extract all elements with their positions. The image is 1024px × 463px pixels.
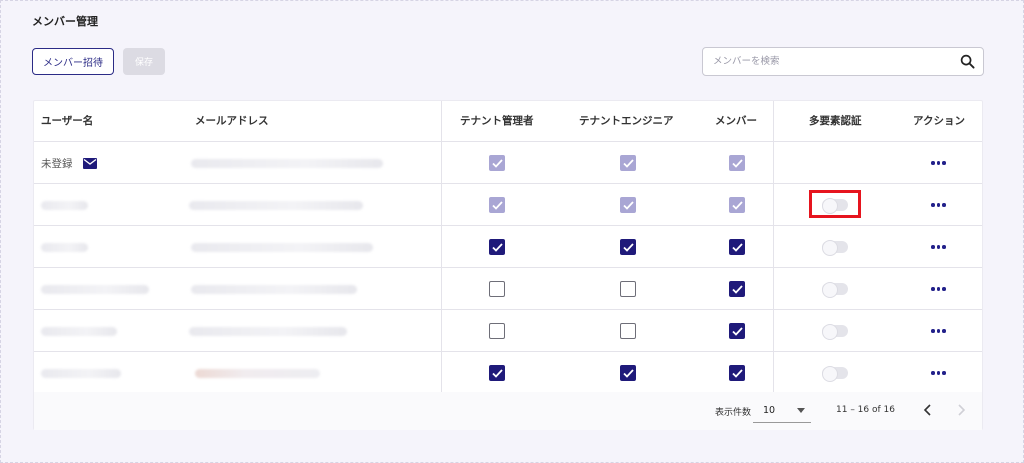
header-tenant-engineer: テナントエンジニア xyxy=(579,115,674,127)
email-cell xyxy=(191,268,357,310)
more-actions-icon[interactable] xyxy=(931,329,946,333)
tenant-admin-checkbox[interactable] xyxy=(489,197,505,213)
prev-page-icon[interactable] xyxy=(923,402,933,421)
email-cell xyxy=(189,184,363,226)
email-cell xyxy=(189,310,347,352)
mfa-toggle[interactable] xyxy=(822,282,848,298)
chevron-down-icon xyxy=(797,408,805,413)
tenant-admin-checkbox[interactable] xyxy=(489,155,505,171)
more-actions-icon[interactable] xyxy=(931,287,946,291)
search-icon[interactable] xyxy=(960,54,975,73)
unregistered-status: 未登録 xyxy=(41,157,73,170)
header-email: メールアドレス xyxy=(195,115,269,127)
tenant-engineer-checkbox[interactable] xyxy=(620,155,636,171)
username-cell xyxy=(41,226,88,268)
search-input[interactable] xyxy=(703,48,953,75)
username-cell xyxy=(41,310,117,352)
header-tenant-admin: テナント管理者 xyxy=(460,115,534,127)
table-row xyxy=(34,352,982,394)
table-row xyxy=(34,226,982,268)
header-action: アクション xyxy=(913,115,965,127)
username-cell xyxy=(41,352,121,394)
header-username: ユーザー名 xyxy=(41,115,94,127)
more-actions-icon[interactable] xyxy=(931,245,946,249)
tenant-admin-checkbox[interactable] xyxy=(489,323,505,339)
save-button[interactable]: 保存 xyxy=(123,48,165,75)
mail-icon[interactable] xyxy=(82,154,97,173)
member-checkbox[interactable] xyxy=(729,365,745,381)
mfa-toggle[interactable] xyxy=(822,324,848,340)
tenant-admin-checkbox[interactable] xyxy=(489,281,505,297)
tenant-engineer-checkbox[interactable] xyxy=(620,323,636,339)
page-title: メンバー管理 xyxy=(32,15,98,28)
table-header: ユーザー名 メールアドレス テナント管理者 テナントエンジニア メンバー 多要素… xyxy=(34,101,982,142)
pagination-bar: 表示件数 10 11 – 16 of 16 xyxy=(34,392,982,430)
email-cell xyxy=(191,226,373,268)
username-cell: 未登録 xyxy=(41,142,97,184)
tenant-admin-checkbox[interactable] xyxy=(489,365,505,381)
header-member: メンバー xyxy=(715,115,757,127)
mfa-toggle[interactable] xyxy=(822,366,848,382)
tenant-engineer-checkbox[interactable] xyxy=(620,239,636,255)
username-cell xyxy=(41,184,88,226)
member-checkbox[interactable] xyxy=(729,323,745,339)
more-actions-icon[interactable] xyxy=(931,161,946,165)
member-checkbox[interactable] xyxy=(729,155,745,171)
member-checkbox[interactable] xyxy=(729,281,745,297)
per-page-label: 表示件数 xyxy=(715,408,752,418)
members-table: ユーザー名 メールアドレス テナント管理者 テナントエンジニア メンバー 多要素… xyxy=(33,100,983,430)
member-search xyxy=(702,47,984,76)
more-actions-icon[interactable] xyxy=(931,371,946,375)
member-checkbox[interactable] xyxy=(729,239,745,255)
tenant-engineer-checkbox[interactable] xyxy=(620,365,636,381)
tenant-engineer-checkbox[interactable] xyxy=(620,281,636,297)
table-row xyxy=(34,268,982,310)
per-page-value: 10 xyxy=(763,404,776,416)
invite-member-button[interactable]: メンバー招待 xyxy=(32,48,114,75)
mfa-toggle[interactable] xyxy=(822,240,848,256)
username-cell xyxy=(41,268,149,310)
table-row xyxy=(34,310,982,352)
email-cell xyxy=(195,352,320,394)
pagination-range: 11 – 16 of 16 xyxy=(836,405,895,415)
more-actions-icon[interactable] xyxy=(931,203,946,207)
header-mfa: 多要素認証 xyxy=(809,115,862,127)
member-checkbox[interactable] xyxy=(729,197,745,213)
tenant-admin-checkbox[interactable] xyxy=(489,239,505,255)
per-page-select[interactable]: 10 xyxy=(753,398,811,423)
tenant-engineer-checkbox[interactable] xyxy=(620,197,636,213)
email-cell xyxy=(191,142,383,184)
next-page-icon[interactable] xyxy=(956,402,966,421)
annotation-highlight-box xyxy=(809,190,861,218)
table-row: 未登録 xyxy=(34,142,982,184)
